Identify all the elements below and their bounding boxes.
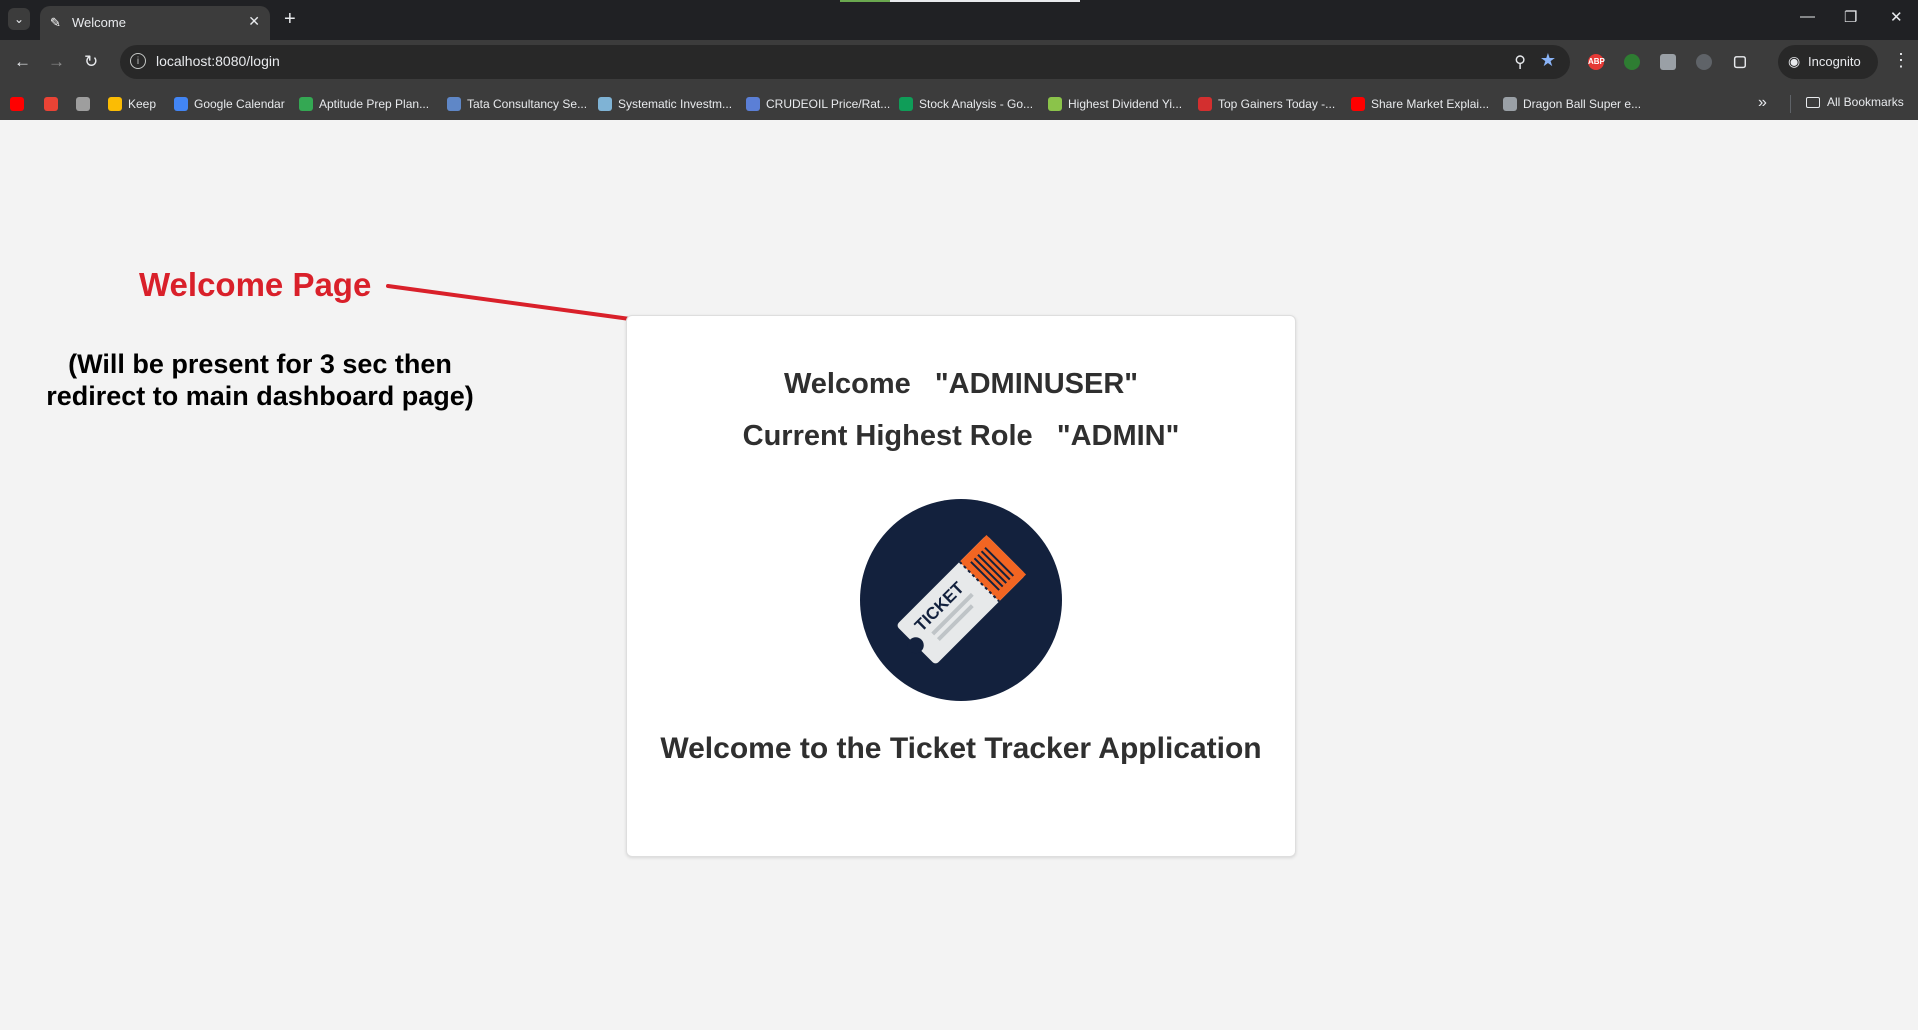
forward-arrow-icon[interactable]: → xyxy=(48,52,65,72)
bookmark-label: Google Calendar xyxy=(194,97,285,111)
aptitude-icon xyxy=(299,97,313,111)
extensions-puzzle-icon[interactable]: ▢ xyxy=(1732,54,1748,70)
bookmark-label: Tata Consultancy Se... xyxy=(467,97,588,111)
bookmark-label: Share Market Explai... xyxy=(1371,97,1490,111)
extension-shield-icon[interactable] xyxy=(1660,54,1676,70)
url-text[interactable]: localhost:8080/login xyxy=(156,53,280,69)
restore-icon[interactable]: ❐ xyxy=(1844,8,1857,26)
bookmark-label: Stock Analysis - Go... xyxy=(919,97,1034,111)
bookmark-item[interactable]: Systematic Investm... xyxy=(598,95,732,113)
loading-indicator xyxy=(840,0,1080,2)
ticket-favicon-icon: ✎ xyxy=(50,15,61,30)
browser-chrome: ⌄ ✎ Welcome ✕ + — ❐ ✕ ← → ↻ i localhost:… xyxy=(0,0,1918,120)
reload-icon[interactable]: ↻ xyxy=(84,52,98,72)
bookmark-item[interactable]: Share Market Explai... xyxy=(1351,95,1489,113)
bookmark-item[interactable] xyxy=(76,95,96,113)
window-close-icon[interactable]: ✕ xyxy=(1890,8,1903,26)
more-bookmarks-icon[interactable]: » xyxy=(1758,94,1767,112)
bookmark-item[interactable]: Dragon Ball Super e... xyxy=(1503,95,1641,113)
site-info-icon[interactable]: i xyxy=(130,53,146,69)
ticket-logo-icon: TICKET xyxy=(860,499,1062,701)
incognito-icon: ◉ xyxy=(1788,53,1801,69)
youtube-icon xyxy=(10,97,24,111)
bookmark-label: CRUDEOIL Price/Rat... xyxy=(766,97,891,111)
folder-app-icon xyxy=(76,97,90,111)
bookmark-item[interactable]: Tata Consultancy Se... xyxy=(447,95,587,113)
bookmarks-bar: » All Bookmarks Keep Google Calendar Aptit… xyxy=(0,88,1918,120)
bookmark-item[interactable]: Top Gainers Today -... xyxy=(1198,95,1335,113)
tab-strip: ⌄ ✎ Welcome ✕ + — ❐ ✕ xyxy=(0,0,1918,40)
keep-icon xyxy=(108,97,122,111)
extension-gear-icon[interactable] xyxy=(1696,54,1712,70)
incognito-badge[interactable]: ◉ Incognito xyxy=(1778,45,1878,79)
bookmark-star-icon[interactable]: ★ xyxy=(1540,50,1556,71)
annotation-title: Welcome Page xyxy=(139,266,372,303)
incognito-label: Incognito xyxy=(1808,54,1861,69)
crude-icon xyxy=(746,97,760,111)
address-bar[interactable]: i localhost:8080/login ⚲ ★ xyxy=(120,45,1570,79)
bookmark-label: Aptitude Prep Plan... xyxy=(319,97,430,111)
youtube-icon xyxy=(1351,97,1365,111)
close-icon[interactable]: ✕ xyxy=(248,13,260,30)
globe-icon xyxy=(1503,97,1517,111)
chart-bars-icon xyxy=(1048,97,1062,111)
bookmark-label: Highest Dividend Yi... xyxy=(1068,97,1183,111)
new-tab-button[interactable]: + xyxy=(284,9,296,29)
tcs-icon xyxy=(447,97,461,111)
welcome-user-text: Welcome "ADMINUSER" xyxy=(783,368,1139,400)
bookmark-label: Top Gainers Today -... xyxy=(1218,97,1336,111)
bookmark-label: Systematic Investm... xyxy=(618,97,733,111)
tab-title: Welcome xyxy=(72,15,126,30)
sheets-icon xyxy=(899,97,913,111)
app-welcome-text: Welcome to the Ticket Tracker Applicatio… xyxy=(660,732,1262,765)
sip-icon xyxy=(598,97,612,111)
tab-search-button[interactable]: ⌄ xyxy=(8,8,30,30)
bookmark-item[interactable]: Highest Dividend Yi... xyxy=(1048,95,1182,113)
bookmark-item[interactable] xyxy=(10,95,30,113)
adblock-extension-icon[interactable]: ABP xyxy=(1588,54,1605,70)
back-arrow-icon[interactable]: ← xyxy=(14,52,31,72)
extension-green-icon[interactable] xyxy=(1624,54,1640,70)
bookmark-item[interactable]: Stock Analysis - Go... xyxy=(899,95,1033,113)
annotation-note: (Will be present for 3 sec then redirect… xyxy=(46,349,474,411)
calendar-icon xyxy=(174,97,188,111)
folder-icon xyxy=(1806,96,1820,108)
bookmark-label: Dragon Ball Super e... xyxy=(1523,97,1642,111)
role-text: Current Highest Role "ADMIN" xyxy=(742,420,1180,452)
zoom-icon[interactable]: ⚲ xyxy=(1514,52,1526,72)
bookmark-item[interactable] xyxy=(44,95,64,113)
et-icon xyxy=(1198,97,1212,111)
bookmarks-divider xyxy=(1790,95,1791,113)
welcome-card: Welcome "ADMINUSER" Current Highest Role… xyxy=(626,315,1296,857)
bookmark-item[interactable]: Google Calendar xyxy=(174,95,285,113)
all-bookmarks-label: All Bookmarks xyxy=(1827,95,1904,109)
all-bookmarks-button[interactable]: All Bookmarks xyxy=(1806,95,1904,109)
bookmark-item[interactable]: CRUDEOIL Price/Rat... xyxy=(746,95,890,113)
bookmark-item[interactable]: Aptitude Prep Plan... xyxy=(299,95,429,113)
more-menu-icon[interactable]: ⋮ xyxy=(1892,50,1910,71)
minimize-icon[interactable]: — xyxy=(1800,8,1815,25)
gmail-icon xyxy=(44,97,58,111)
bookmark-label: Keep xyxy=(128,97,157,111)
tab-welcome[interactable]: ✎ Welcome ✕ xyxy=(40,6,270,40)
bookmark-item[interactable]: Keep xyxy=(108,95,156,113)
